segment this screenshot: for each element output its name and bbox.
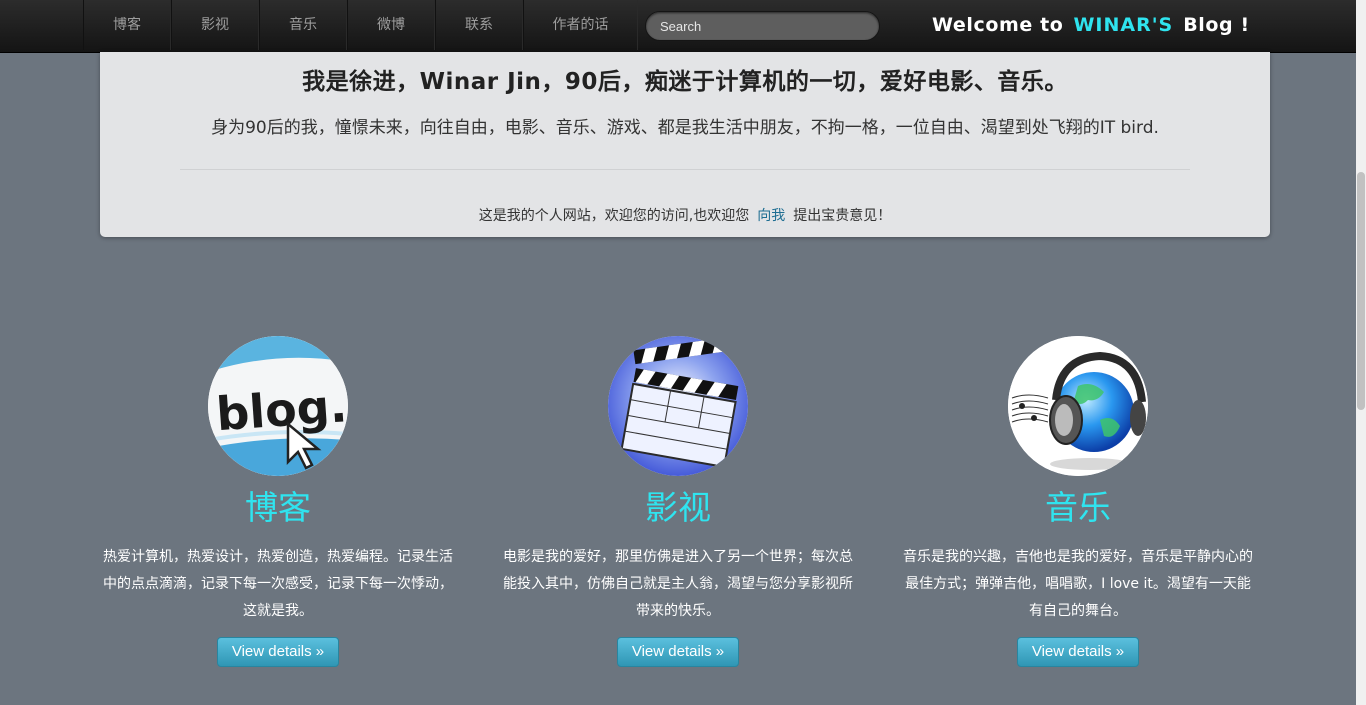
nav-item-blog[interactable]: 博客 [83,0,171,50]
feature-music-title: 音乐 [1045,488,1111,527]
brand-suffix: Blog ! [1183,14,1250,36]
film-view-details-button[interactable]: View details » [617,637,739,667]
feature-film-title: 影视 [645,488,711,527]
feature-blog: blog... 博客 热爱计算机，热爱设计，热爱创造，热爱编程。记录生活中的点点… [98,336,458,667]
nav-item-weibo[interactable]: 微博 [347,0,435,50]
hero-divider [180,169,1190,170]
nav-item-contact[interactable]: 联系 [435,0,523,50]
nav-item-film[interactable]: 影视 [171,0,259,50]
feature-blog-title: 博客 [245,488,311,527]
clapperboard-image [608,336,748,476]
svg-text:blog...: blog... [215,376,348,441]
headphones-image [1008,336,1148,476]
contact-me-link[interactable]: 向我 [757,208,785,224]
hero-lead: 身为90后的我，憧憬未来，向往自由，电影、音乐、游戏、都是我生活中朋友，不拘一格… [211,118,1159,138]
feature-film: 影视 电影是我的爱好，那里仿佛是进入了另一个世界；每次总能投入其中，仿佛自己就是… [498,336,858,667]
search-input[interactable] [645,11,880,41]
feature-blog-text: 热爱计算机，热爱设计，热爱创造，热爱编程。记录生活中的点点滴滴，记录下每一次感受… [103,549,453,619]
feature-film-text: 电影是我的爱好，那里仿佛是进入了另一个世界；每次总能投入其中，仿佛自己就是主人翁… [503,549,853,619]
blog-image: blog... [208,336,348,476]
hero-note: 这是我的个人网站，欢迎您的访问,也欢迎您 向我 提出宝贵意见！ [100,205,1270,225]
hero-unit: 我是徐进，Winar Jin，90后，痴迷于计算机的一切，爱好电影、音乐。 身为… [100,52,1270,237]
brand-accent: WINAR'S [1073,14,1174,36]
nav-item-author-words[interactable]: 作者的话 [523,0,638,50]
hero-heading: 我是徐进，Winar Jin，90后，痴迷于计算机的一切，爱好电影、音乐。 [302,69,1068,95]
hero-note-after: 提出宝贵意见！ [793,208,892,224]
blog-view-details-button[interactable]: View details » [217,637,339,667]
top-navbar: 博客 影视 音乐 微博 联系 作者的话 Welcome to WINAR'S Blo… [0,0,1356,53]
brand-prefix: Welcome to [932,14,1064,36]
feature-music-text: 音乐是我的兴趣，吉他也是我的爱好，音乐是平静内心的最佳方式；弹弹吉他，唱唱歌，I… [903,549,1253,619]
nav-item-music[interactable]: 音乐 [259,0,347,50]
music-view-details-button[interactable]: View details » [1017,637,1139,667]
site-brand: Welcome to WINAR'S Blog ! [932,14,1250,40]
hero-note-before: 这是我的个人网站，欢迎您的访问,也欢迎您 [478,208,750,224]
feature-music: 音乐 音乐是我的兴趣，吉他也是我的爱好，音乐是平静内心的最佳方式；弹弹吉他，唱唱… [898,336,1258,667]
page-scrollbar-thumb[interactable] [1357,172,1365,410]
